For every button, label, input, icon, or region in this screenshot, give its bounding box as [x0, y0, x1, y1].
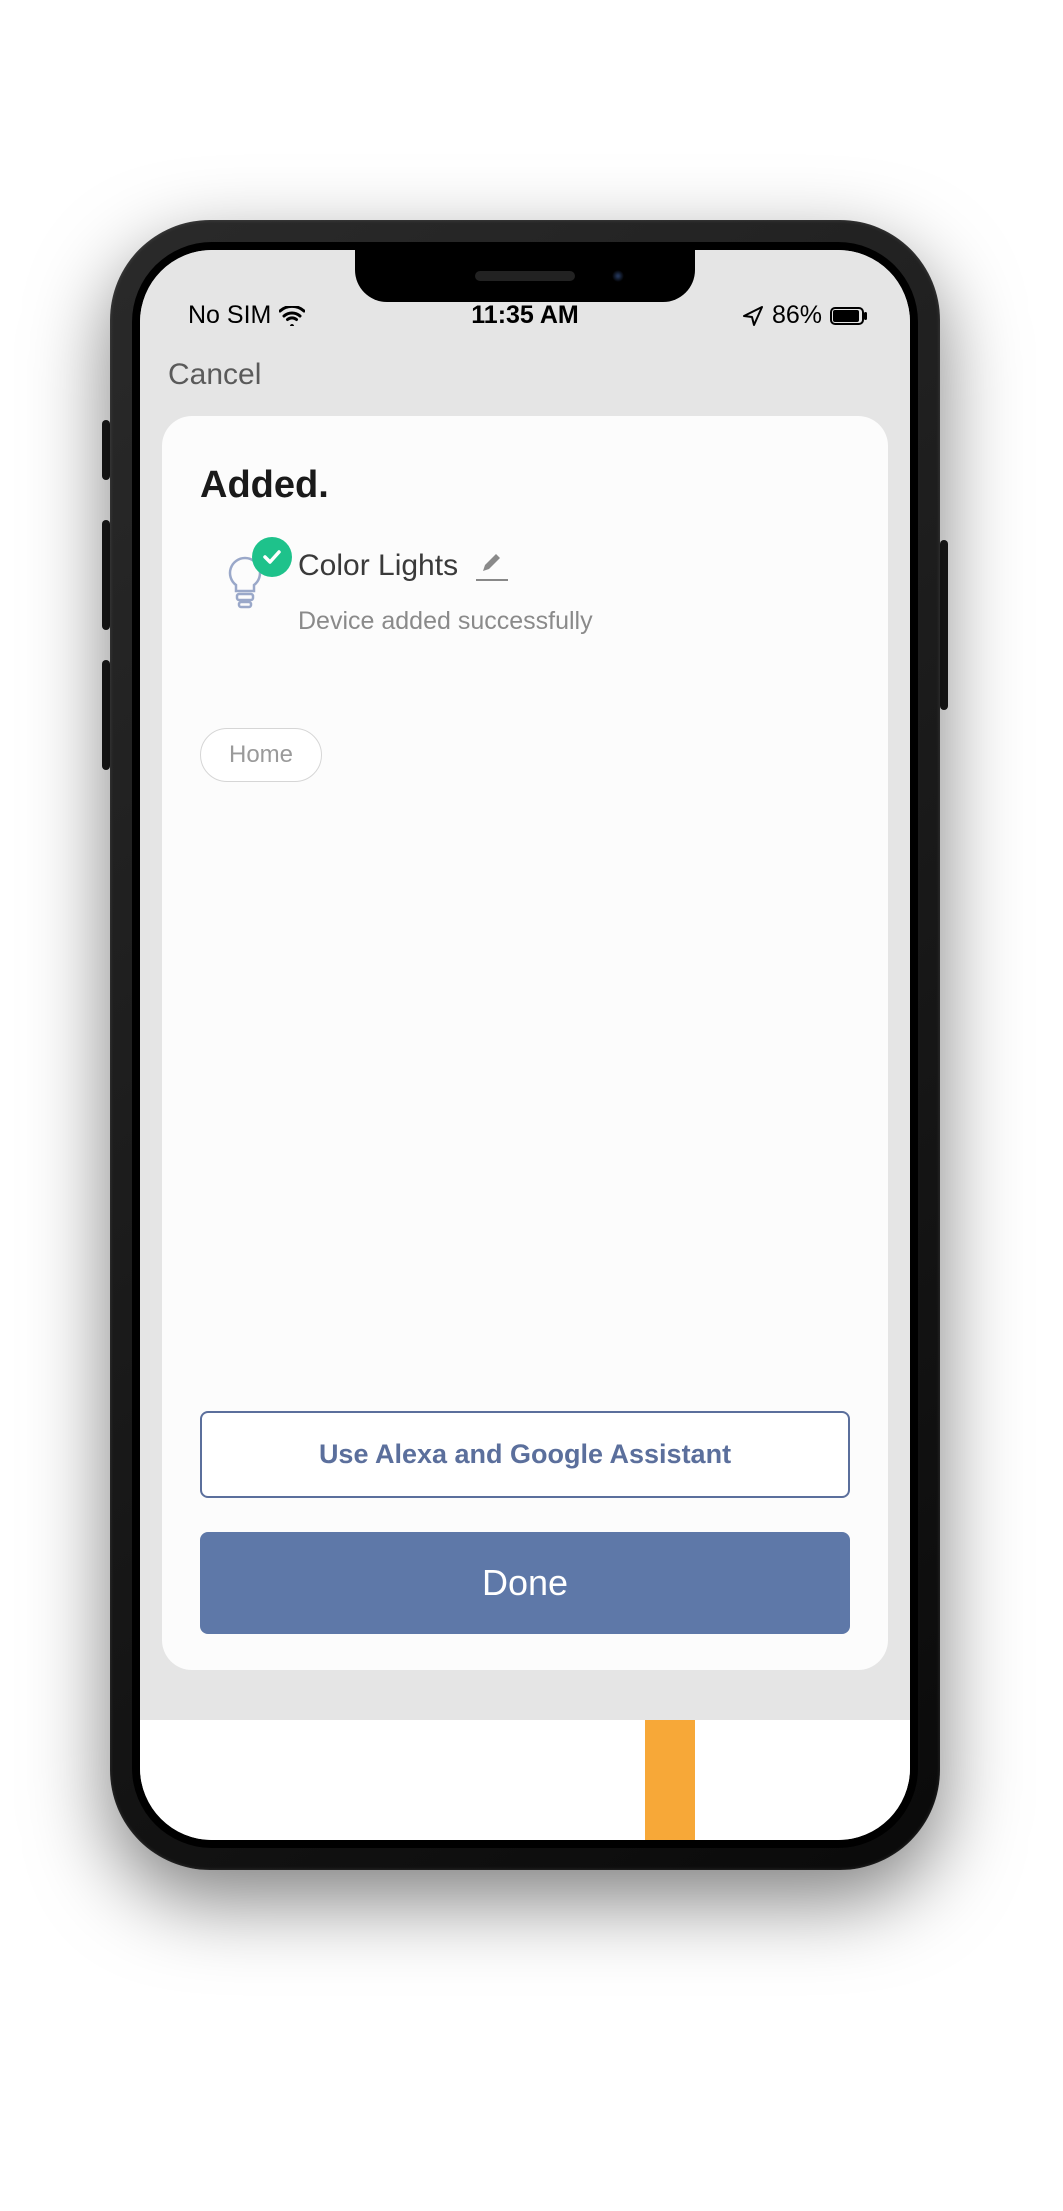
device-icon-wrap — [224, 547, 280, 617]
room-chip-home[interactable]: Home — [200, 728, 322, 782]
device-success-message: Device added successfully — [298, 607, 593, 636]
phone-mute-switch — [102, 420, 110, 480]
nav-bar: Cancel — [140, 340, 910, 416]
done-button[interactable]: Done — [200, 1532, 850, 1634]
phone-power-button — [940, 540, 948, 710]
room-chip-row: Home — [200, 728, 850, 782]
phone-volume-up — [102, 520, 110, 630]
battery-percent: 86% — [772, 301, 822, 330]
screen-bottom-gap — [140, 1670, 910, 1720]
card-title: Added. — [200, 464, 850, 507]
pencil-icon — [480, 564, 504, 579]
location-icon — [742, 305, 764, 327]
device-name-label: Color Lights — [298, 549, 458, 583]
below-card-strip — [140, 1720, 910, 1840]
edit-name-button[interactable] — [476, 552, 508, 581]
use-assistant-button[interactable]: Use Alexa and Google Assistant — [200, 1411, 850, 1498]
device-row: Color Lights Device added successfully — [200, 547, 850, 636]
phone-notch — [355, 250, 695, 302]
cancel-button[interactable]: Cancel — [168, 358, 261, 392]
wifi-icon — [279, 306, 305, 326]
phone-bezel: No SIM 11:35 AM — [132, 242, 918, 1848]
phone-frame: No SIM 11:35 AM — [110, 220, 940, 1870]
notch-camera — [611, 269, 625, 283]
battery-icon — [830, 307, 868, 325]
orange-marker — [645, 1720, 695, 1840]
success-check-icon — [252, 537, 292, 577]
phone-volume-down — [102, 660, 110, 770]
statusbar-time: 11:35 AM — [471, 301, 578, 330]
notch-speaker — [475, 271, 575, 281]
carrier-text: No SIM — [188, 301, 271, 330]
phone-screen: No SIM 11:35 AM — [140, 250, 910, 1840]
content-card: Added. — [162, 416, 888, 1670]
